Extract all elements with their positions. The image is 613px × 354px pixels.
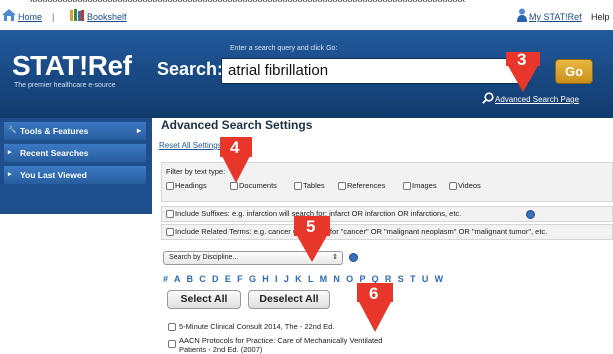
callout-number-3: 3 <box>517 50 527 69</box>
discipline-select[interactable]: Search by Discipline... ⇕ <box>163 251 343 265</box>
tools-icon: 🔧 <box>8 127 17 134</box>
include-suffixes-label: Include Suffixes: e.g. infarction will s… <box>175 209 462 218</box>
include-related-terms-checkbox[interactable] <box>166 228 174 236</box>
videos-checkbox[interactable] <box>449 182 457 190</box>
go-button[interactable]: Go <box>555 59 593 84</box>
home-icon[interactable] <box>2 9 16 21</box>
headings-label: Headings <box>175 181 207 190</box>
logo-tagline: The premier healthcare e-source <box>14 82 116 89</box>
statref-logo[interactable]: STAT!Ref <box>12 50 132 82</box>
search-input[interactable]: atrial fibrillation <box>221 58 529 84</box>
bookshelf-icon[interactable] <box>70 9 84 21</box>
tables-checkbox[interactable] <box>294 182 302 190</box>
site-header: STAT!Ref The premier healthcare e-source… <box>0 30 613 118</box>
filter-panel: Filter by text type: Headings Documents … <box>161 162 613 202</box>
search-label: Search: <box>157 59 224 79</box>
result-item: 5-Minute Clinical Consult 2014, The - 22… <box>179 322 335 331</box>
sidebar-item-tools-features[interactable]: 🔧 Tools & Features ▸ <box>4 122 146 140</box>
sidebar-item-label: Tools & Features <box>20 126 89 136</box>
include-related-terms-label: Include Related Terms: e.g. cancer will … <box>175 227 548 236</box>
sidebar-item-recent-searches[interactable]: ▸ Recent Searches <box>4 144 146 162</box>
help-link[interactable]: Help <box>591 12 610 22</box>
top-separator: | <box>52 12 55 22</box>
reset-all-settings-link[interactable]: Reset All Settings <box>159 141 222 150</box>
main-content: Advanced Search Settings Reset All Setti… <box>155 118 613 354</box>
result-item: Patients - 2nd Ed. (2007) <box>179 345 263 354</box>
tables-label: Tables <box>303 181 325 190</box>
filter-label: Filter by text type: <box>166 167 226 176</box>
result-checkbox[interactable] <box>168 323 176 331</box>
alphabet-filter[interactable]: # A B C D E F G H I J K L M N O P Q R S … <box>163 274 445 284</box>
headings-checkbox[interactable] <box>166 182 174 190</box>
info-icon[interactable] <box>526 210 535 219</box>
result-checkbox[interactable] <box>168 340 176 348</box>
images-label: Images <box>412 181 437 190</box>
references-label: References <box>347 181 386 190</box>
suffixes-panel: Include Suffixes: e.g. infarction will s… <box>161 206 613 222</box>
callout-number-5: 5 <box>306 217 316 236</box>
arrow-right-icon: ▸ <box>8 171 12 178</box>
chevron-right-icon: ▸ <box>136 126 141 135</box>
related-terms-panel: Include Related Terms: e.g. cancer will … <box>161 224 613 240</box>
images-checkbox[interactable] <box>403 182 411 190</box>
documents-checkbox[interactable] <box>230 182 238 190</box>
bookshelf-link[interactable]: Bookshelf <box>87 12 127 22</box>
home-link[interactable]: Home <box>18 12 42 22</box>
documents-label: Documents <box>239 181 277 190</box>
magnifier-icon <box>482 92 494 104</box>
sidebar-item-label: Recent Searches <box>20 148 89 158</box>
user-icon <box>517 8 527 22</box>
page-title: Advanced Search Settings <box>161 118 313 132</box>
result-item: AACN Protocols for Practice: Care of Mec… <box>179 336 383 345</box>
my-statref-link[interactable]: My STAT!Ref <box>529 12 582 22</box>
cropped-caption-text: xxxxxxxxxxxxxxxxxxxxxxxxxxxxxxxxxxxxxxxx… <box>30 0 550 2</box>
include-suffixes-checkbox[interactable] <box>166 210 174 218</box>
info-icon[interactable] <box>349 253 358 262</box>
videos-label: Videos <box>458 181 481 190</box>
select-all-button[interactable]: Select All <box>167 290 241 309</box>
chevron-updown-icon: ⇕ <box>332 254 338 261</box>
references-checkbox[interactable] <box>338 182 346 190</box>
discipline-select-value: Search by Discipline... <box>169 254 239 261</box>
deselect-all-button[interactable]: Deselect All <box>248 290 330 309</box>
arrow-right-icon: ▸ <box>8 149 12 156</box>
callout-number-4: 4 <box>230 138 240 157</box>
advanced-search-link[interactable]: Advanced Search Page <box>495 95 579 104</box>
sidebar-item-label: You Last Viewed <box>20 170 87 180</box>
sidebar: 🔧 Tools & Features ▸ ▸ Recent Searches ▸… <box>0 118 152 214</box>
sidebar-item-you-last-viewed[interactable]: ▸ You Last Viewed <box>4 166 146 184</box>
top-bar: xxxxxxxxxxxxxxxxxxxxxxxxxxxxxxxxxxxxxxxx… <box>0 0 613 30</box>
callout-number-6: 6 <box>369 284 379 303</box>
search-hint: Enter a search query and click Go: <box>230 45 338 52</box>
